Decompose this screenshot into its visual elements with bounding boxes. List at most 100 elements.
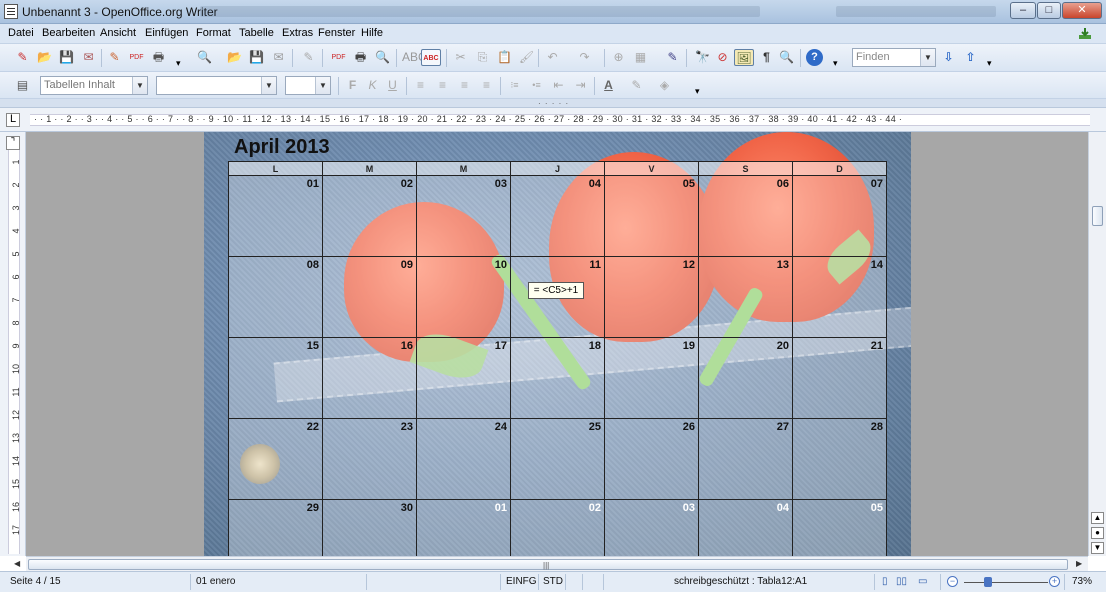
font-color-icon[interactable]: A bbox=[600, 77, 617, 94]
next-month-day-cell[interactable]: 04 bbox=[698, 499, 793, 556]
day-cell[interactable]: 27 bbox=[698, 418, 793, 500]
toolbar-chevron-icon[interactable]: ▾ bbox=[176, 58, 181, 68]
insert-mode[interactable]: EINFG bbox=[506, 576, 537, 587]
justify-icon[interactable]: ≡ bbox=[478, 77, 495, 94]
mail-icon[interactable]: ✉ bbox=[80, 49, 97, 66]
next-month-day-cell[interactable]: 01 bbox=[416, 499, 511, 556]
day-cell[interactable]: 12 bbox=[604, 256, 699, 338]
open-folder-icon[interactable]: 📂 bbox=[226, 49, 243, 66]
find-replace-icon[interactable]: 🔭 bbox=[694, 49, 711, 66]
undo-icon[interactable]: ↶ bbox=[544, 49, 561, 66]
align-center-icon[interactable]: ≡ bbox=[434, 77, 451, 94]
cut-icon[interactable]: ✂ bbox=[452, 49, 469, 66]
document-page[interactable]: April 2013 L M M J V S D 01 02 03 04 05 … bbox=[204, 132, 911, 556]
find-previous-icon[interactable]: ⇧ bbox=[962, 49, 979, 66]
menu-bearbeiten[interactable]: Bearbeiten bbox=[42, 27, 95, 39]
align-right-icon[interactable]: ≡ bbox=[456, 77, 473, 94]
day-cell[interactable]: 02 bbox=[322, 175, 417, 257]
day-cell[interactable]: 30 bbox=[322, 499, 417, 556]
day-cell[interactable]: 20 bbox=[698, 337, 793, 419]
day-cell[interactable]: 14 bbox=[792, 256, 887, 338]
scroll-left-icon[interactable]: ◀ bbox=[14, 559, 20, 568]
vertical-ruler[interactable]: ⌝ 1 2 3 4 5 6 7 8 9 10 11 12 13 14 15 16… bbox=[0, 132, 26, 556]
formatting-marks-icon[interactable]: ¶ bbox=[758, 49, 775, 66]
menu-fenster[interactable]: Fenster bbox=[318, 27, 355, 39]
toolbar-chevron-icon[interactable]: ▾ bbox=[833, 58, 838, 68]
hyperlink-icon[interactable]: ⊕ bbox=[610, 49, 627, 66]
paste-icon[interactable]: 📋 bbox=[496, 49, 513, 66]
day-cell[interactable]: 07 bbox=[792, 175, 887, 257]
zoom-icon[interactable]: 🔍 bbox=[778, 49, 795, 66]
page-style[interactable]: 01 enero bbox=[196, 576, 235, 587]
horizontal-scroll-thumb[interactable]: ||| bbox=[28, 559, 1068, 570]
page-indicator[interactable]: Seite 4 / 15 bbox=[10, 576, 61, 587]
scroll-right-icon[interactable]: ▶ bbox=[1076, 559, 1082, 568]
find-next-icon[interactable]: ⇩ bbox=[940, 49, 957, 66]
save-icon[interactable]: 💾 bbox=[58, 49, 75, 66]
day-cell[interactable]: 23 bbox=[322, 418, 417, 500]
day-cell[interactable]: 08 bbox=[228, 256, 323, 338]
size-dropdown-icon[interactable]: ▼ bbox=[315, 77, 330, 94]
underline-icon[interactable]: U bbox=[384, 77, 401, 94]
weekday-header[interactable]: D bbox=[792, 161, 887, 176]
close-button[interactable]: ✕ bbox=[1062, 2, 1102, 19]
styles-formatting-icon[interactable]: ▤ bbox=[14, 77, 31, 94]
increase-indent-icon[interactable]: ⇥ bbox=[572, 77, 589, 94]
open-icon[interactable]: 📂 bbox=[36, 49, 53, 66]
highlight-icon[interactable]: ✎ bbox=[628, 77, 645, 94]
new-document-icon[interactable]: ✎ bbox=[14, 49, 31, 66]
day-cell[interactable]: 22 bbox=[228, 418, 323, 500]
book-view-icon[interactable]: ▭ bbox=[918, 576, 927, 587]
toolbar-grip[interactable]: · · · · · bbox=[0, 99, 1106, 108]
print-preview-icon[interactable]: 🔍 bbox=[196, 49, 213, 66]
menu-tabelle[interactable]: Tabelle bbox=[239, 27, 274, 39]
show-draw-icon[interactable]: ✎ bbox=[664, 49, 681, 66]
zoom-level[interactable]: 73% bbox=[1072, 576, 1092, 587]
decrease-indent-icon[interactable]: ⇤ bbox=[550, 77, 567, 94]
horizontal-ruler[interactable]: L · · 1 · · 2 · · 3 · · 4 · · 5 · · 6 · … bbox=[0, 108, 1106, 132]
bullets-icon[interactable]: •≡ bbox=[528, 77, 545, 94]
day-cell[interactable]: 16 bbox=[322, 337, 417, 419]
numbering-icon[interactable]: ⁝≡ bbox=[506, 77, 523, 94]
weekday-header[interactable]: J bbox=[510, 161, 605, 176]
day-cell[interactable]: 13 bbox=[698, 256, 793, 338]
toolbar-chevron-icon[interactable]: ▾ bbox=[987, 58, 992, 68]
zoom-out-icon[interactable]: − bbox=[947, 576, 958, 587]
format-paintbrush-icon[interactable]: 🖌 bbox=[518, 49, 535, 66]
vertical-scrollbar[interactable]: ▲ ● ▼ bbox=[1088, 132, 1106, 556]
day-cell[interactable]: 10 bbox=[416, 256, 511, 338]
day-cell[interactable]: 15 bbox=[228, 337, 323, 419]
menu-ansicht[interactable]: Ansicht bbox=[100, 27, 136, 39]
print-icon[interactable]: 🖶 bbox=[150, 49, 167, 66]
next-month-day-cell[interactable]: 05 bbox=[792, 499, 887, 556]
export-pdf-icon[interactable]: PDF bbox=[128, 49, 145, 66]
weekday-header[interactable]: M bbox=[416, 161, 511, 176]
maximize-button[interactable]: □ bbox=[1037, 2, 1061, 19]
update-download-icon[interactable] bbox=[1078, 27, 1092, 40]
font-name-select[interactable]: ▼ bbox=[156, 76, 277, 95]
font-size-select[interactable]: ▼ bbox=[285, 76, 331, 95]
autospellcheck-icon[interactable]: ABC bbox=[421, 49, 441, 66]
find-input[interactable]: Finden ▼ bbox=[852, 48, 936, 67]
next-month-day-cell[interactable]: 03 bbox=[604, 499, 699, 556]
background-color-icon[interactable]: ◈ bbox=[656, 77, 673, 94]
day-cell[interactable]: 05 bbox=[604, 175, 699, 257]
redo-icon[interactable]: ↷ bbox=[576, 49, 593, 66]
minimize-button[interactable]: – bbox=[1010, 2, 1036, 19]
tab-stop-selector[interactable]: L bbox=[6, 113, 20, 127]
day-cell[interactable]: 24 bbox=[416, 418, 511, 500]
bold-icon[interactable]: F bbox=[344, 77, 361, 94]
next-month-day-cell[interactable]: 02 bbox=[510, 499, 605, 556]
find-dropdown-icon[interactable]: ▼ bbox=[920, 49, 935, 66]
vertical-scroll-thumb[interactable] bbox=[1092, 206, 1103, 226]
day-cell[interactable]: 18 bbox=[510, 337, 605, 419]
selection-mode[interactable]: STD bbox=[543, 576, 563, 587]
spellcheck-icon[interactable]: ABC bbox=[402, 49, 427, 66]
edit-file-icon[interactable]: ✎ bbox=[106, 49, 123, 66]
align-left-icon[interactable]: ≡ bbox=[412, 77, 429, 94]
ruler-corner-icon[interactable]: ⌝ bbox=[6, 136, 20, 150]
menu-extras[interactable]: Extras bbox=[282, 27, 313, 39]
zoom-in-icon[interactable]: + bbox=[1049, 576, 1060, 587]
day-cell[interactable]: 26 bbox=[604, 418, 699, 500]
single-page-view-icon[interactable]: ▯ bbox=[882, 576, 888, 587]
